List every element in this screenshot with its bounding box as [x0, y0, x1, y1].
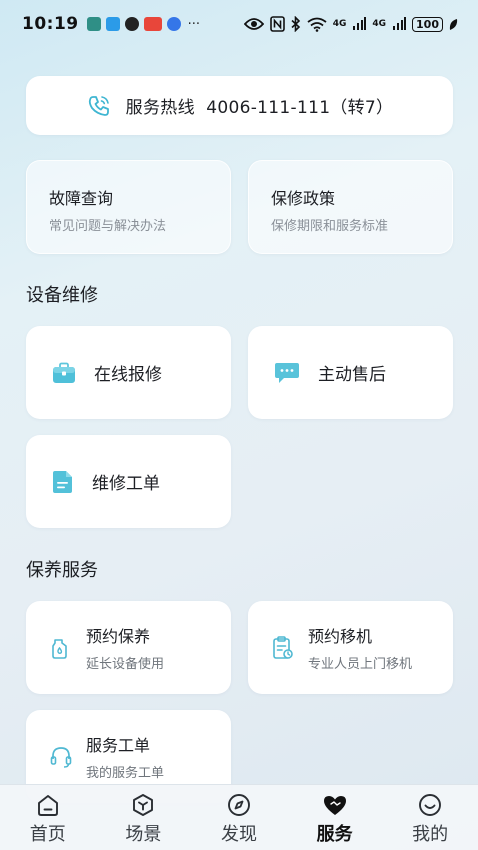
book-relocation-subtitle: 专业人员上门移机: [308, 657, 413, 672]
book-maintenance-title: 预约保养: [86, 627, 151, 646]
hotline-text: 服务热线 4006-111-111（转7）: [125, 98, 394, 118]
message-notification-icon: [105, 17, 120, 31]
proactive-aftersales-label: 主动售后: [318, 365, 386, 385]
bottom-tab-bar: 首页 场景 发现 服务 我的: [0, 784, 478, 850]
tab-service[interactable]: 服务: [300, 785, 370, 850]
status-indicators: 4G 4G 100: [243, 16, 458, 32]
home-icon: [37, 795, 58, 816]
status-time: 10:19: [22, 14, 79, 34]
chat-bubble-icon: [275, 362, 299, 383]
qq-notification-icon: [124, 17, 139, 31]
tab-mine-label: 我的: [412, 824, 449, 845]
tab-home-label: 首页: [29, 824, 66, 845]
tab-service-label: 服务: [316, 824, 353, 845]
fault-query-title: 故障查询: [49, 189, 114, 208]
service-orders-subtitle: 我的服务工单: [86, 766, 165, 781]
app-notification-icon: [86, 17, 101, 31]
repair-orders-card[interactable]: 维修工单: [26, 435, 231, 528]
compass-icon: [228, 794, 250, 816]
phone-icon: [88, 95, 109, 116]
book-maintenance-card[interactable]: 预约保养 延长设备使用: [26, 601, 231, 694]
more-notifications-icon: ···: [187, 16, 201, 32]
security-notification-icon: [166, 17, 181, 31]
book-relocation-card[interactable]: 预约移机 专业人员上门移机: [248, 601, 453, 694]
tab-mine[interactable]: 我的: [395, 785, 465, 850]
book-relocation-title: 预约移机: [308, 627, 373, 646]
repair-orders-label: 维修工单: [92, 474, 160, 494]
signal-2-label: 4G: [372, 19, 387, 29]
fault-query-card[interactable]: 故障查询 常见问题与解决办法: [26, 160, 231, 254]
warranty-policy-subtitle: 保修期限和服务标准: [271, 219, 389, 234]
proactive-aftersales-card[interactable]: 主动售后: [248, 326, 453, 419]
eye-icon: [243, 18, 264, 30]
fault-query-subtitle: 常见问题与解决办法: [49, 219, 167, 234]
news-notification-icon: [143, 17, 162, 31]
bottle-icon: [52, 639, 67, 659]
repair-section-title: 设备维修: [26, 285, 98, 306]
tab-discover-label: 发现: [220, 824, 257, 845]
battery-indicator: 100: [412, 16, 443, 32]
signal-1-icon: [353, 17, 367, 30]
leaf-icon: [449, 18, 458, 30]
signal-2-icon: [393, 17, 407, 30]
tab-discover[interactable]: 发现: [204, 785, 274, 850]
maintenance-section-title: 保养服务: [26, 560, 98, 581]
signal-1-label: 4G: [332, 19, 347, 29]
online-repair-label: 在线报修: [94, 365, 162, 385]
tab-home[interactable]: 首页: [13, 785, 83, 850]
tab-scenes-label: 场景: [125, 824, 162, 845]
book-maintenance-subtitle: 延长设备使用: [86, 657, 165, 672]
wifi-icon: [307, 17, 327, 32]
document-icon: [53, 470, 72, 493]
heart-icon: [323, 796, 346, 815]
nfc-icon: [269, 16, 285, 32]
toolbox-icon: [53, 362, 75, 383]
service-orders-title: 服务工单: [86, 736, 151, 755]
online-repair-card[interactable]: 在线报修: [26, 326, 231, 419]
tab-scenes[interactable]: 场景: [108, 785, 178, 850]
warranty-policy-card[interactable]: 保修政策 保修期限和服务标准: [248, 160, 453, 254]
bluetooth-icon: [291, 16, 300, 32]
headset-icon: [50, 747, 72, 768]
cube-icon: [133, 794, 154, 816]
warranty-policy-title: 保修政策: [271, 189, 336, 208]
service-hotline-card[interactable]: 服务热线 4006-111-111（转7）: [26, 76, 453, 135]
clipboard-icon: [273, 636, 293, 659]
smiley-icon: [419, 794, 442, 816]
status-bar: 10:19 ··· 4G 4G 100: [0, 0, 478, 48]
